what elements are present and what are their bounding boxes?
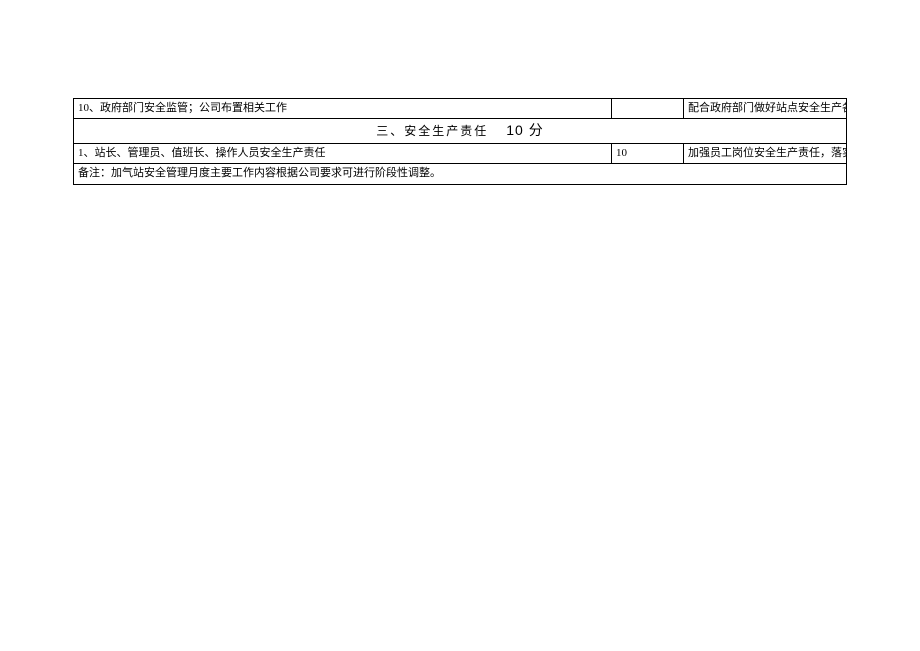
- section-title: 三、安全生产责任: [376, 124, 488, 138]
- cell-item: 10、政府部门安全监管；公司布置相关工作: [74, 99, 612, 119]
- section-header-row: 三、安全生产责任 10 分: [74, 119, 847, 144]
- note-row: 备注：加气站安全管理月度主要工作内容根据公司要求可进行阶段性调整。: [74, 164, 847, 184]
- section-score: 10 分: [506, 122, 543, 138]
- table-row: 10、政府部门安全监管；公司布置相关工作 配合政府部门做好站点安全生产各项工作，…: [74, 99, 847, 119]
- cell-score: 10: [612, 143, 684, 163]
- cell-desc: 配合政府部门做好站点安全生产各项工作，及时与公司保持信息沟通；完成公司交办: [684, 99, 847, 119]
- cell-item: 1、站长、管理员、值班长、操作人员安全生产责任: [74, 143, 612, 163]
- safety-table: 10、政府部门安全监管；公司布置相关工作 配合政府部门做好站点安全生产各项工作，…: [73, 98, 847, 185]
- note-cell: 备注：加气站安全管理月度主要工作内容根据公司要求可进行阶段性调整。: [74, 164, 847, 184]
- cell-desc: 加强员工岗位安全生产责任，落实安全管理措施，严格执行各类规章制度。: [684, 143, 847, 163]
- cell-score: [612, 99, 684, 119]
- section-header-cell: 三、安全生产责任 10 分: [74, 119, 847, 144]
- table-row: 1、站长、管理员、值班长、操作人员安全生产责任 10 加强员工岗位安全生产责任，…: [74, 143, 847, 163]
